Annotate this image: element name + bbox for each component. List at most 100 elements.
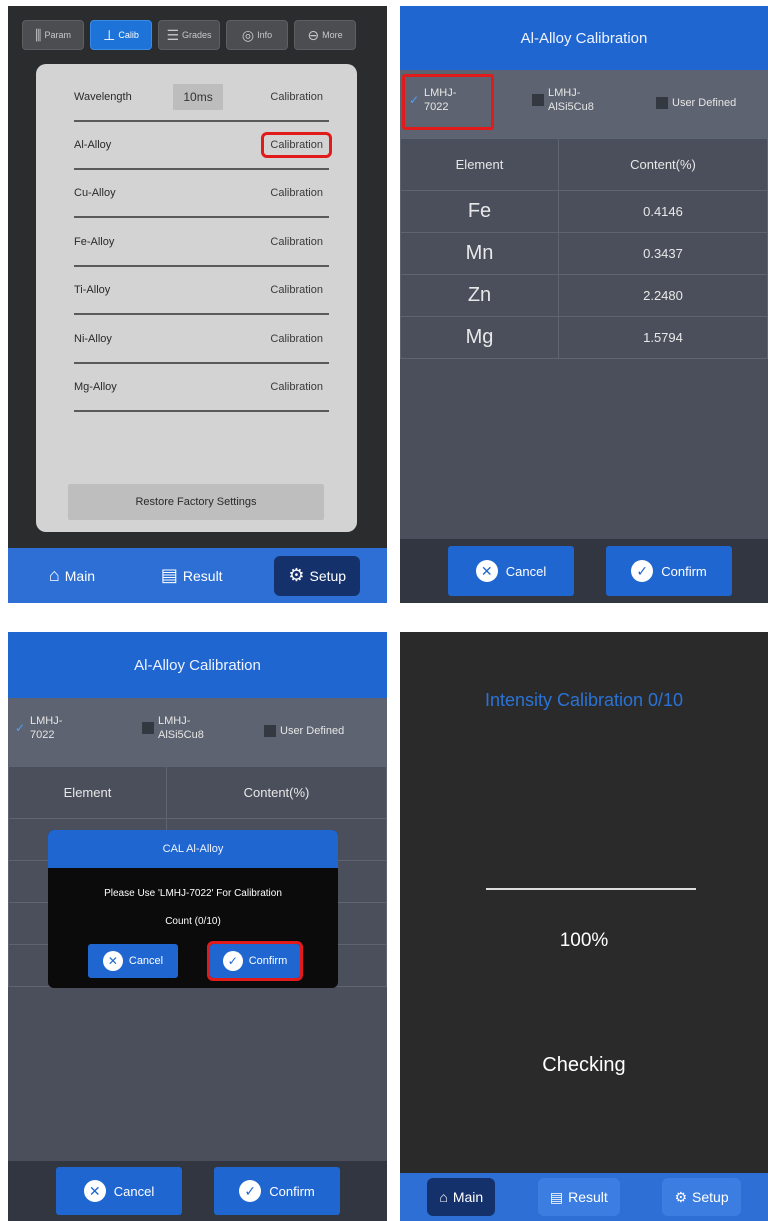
cancel-button[interactable]: ✕ Cancel — [56, 1167, 182, 1215]
gear-icon: ⚙ — [288, 565, 305, 585]
bottom-nav: ⌂ Main ▤ Result ⚙ Setup — [8, 548, 387, 603]
wavelength-row: Wavelength 10ms Calibration — [74, 74, 329, 122]
col-content: Content(%) — [558, 138, 768, 191]
col-element: Element — [8, 766, 167, 819]
nav-main-label: Main — [452, 1189, 484, 1205]
progress-percent: 100% — [559, 930, 609, 951]
cancel-label: Cancel — [113, 1183, 155, 1199]
nav-result-button[interactable]: ▤ Result — [537, 1178, 620, 1216]
top-tab-bar: ⫼ Param ⊥ Calib ☰ Grades ◎ Info ⊖ More — [8, 6, 387, 62]
ti-alloy-row: Ti-Alloy Calibration — [74, 267, 329, 315]
cu-alloy-row: Cu-Alloy Calibration — [74, 170, 329, 218]
page-title: Al-Alloy Calibration — [400, 6, 768, 70]
report-icon: ▤ — [549, 1188, 564, 1205]
cancel-button[interactable]: ✕ Cancel — [448, 546, 574, 596]
restore-factory-button[interactable]: Restore Factory Settings — [68, 484, 324, 520]
tab-grades-label: Grades — [182, 30, 212, 40]
confirm-button[interactable]: ✓ Confirm — [214, 1167, 340, 1215]
content-cell[interactable]: 0.4146 — [558, 190, 768, 233]
bottom-nav: ⌂ Main ▤ Result ⚙ Setup — [400, 1173, 768, 1221]
fe-alloy-row: Fe-Alloy Calibration — [74, 219, 329, 267]
setup-screen: ⫼ Param ⊥ Calib ☰ Grades ◎ Info ⊖ More W… — [8, 6, 387, 603]
ti-alloy-calibration-button[interactable]: Calibration — [264, 280, 329, 300]
ref-option-user-defined[interactable]: User Defined — [264, 724, 344, 738]
nav-main-button[interactable]: ⌂ Main — [427, 1178, 496, 1216]
mg-alloy-label: Mg-Alloy — [74, 381, 117, 393]
wavelength-calibration-button[interactable]: Calibration — [264, 87, 329, 107]
tab-more-label: More — [322, 30, 343, 40]
check-icon: ✓ — [222, 951, 243, 971]
action-bar: ✕ Cancel ✓ Confirm — [8, 1161, 387, 1221]
wavelength-label: Wavelength — [74, 91, 132, 103]
tab-more[interactable]: ⊖ More — [294, 20, 356, 50]
ref-option-lmhj-alsi5cu8[interactable]: LMHJ- AlSi5Cu8 — [142, 714, 204, 742]
calibration-icon: ⊥ — [103, 26, 116, 43]
ref-option-label: User Defined — [280, 725, 345, 737]
gear-icon: ⚙ — [674, 1188, 688, 1205]
tab-param[interactable]: ⫼ Param — [22, 20, 84, 50]
home-icon: ⌂ — [439, 1189, 448, 1205]
table-row: Mn 0.3437 — [400, 232, 768, 275]
checkbox-icon — [532, 94, 544, 106]
checkbox-icon — [264, 725, 276, 737]
dialog-confirm-label: Confirm — [248, 955, 288, 967]
col-content: Content(%) — [166, 766, 387, 819]
close-icon: ✕ — [102, 951, 123, 971]
close-icon: ✕ — [83, 1180, 106, 1202]
ref-option-user-defined[interactable]: User Defined — [656, 96, 736, 110]
tab-grades[interactable]: ☰ Grades — [158, 20, 220, 50]
table-row: Mg 1.5794 — [400, 316, 768, 359]
element-cell: Zn — [400, 274, 559, 317]
nav-setup-button[interactable]: ⚙ Setup — [274, 555, 361, 596]
check-icon: ✓ — [631, 560, 654, 582]
element-table: Element Content(%) Fe 0.4146 Mn 0.3437 Z… — [400, 138, 768, 359]
nav-result-label: Result — [182, 567, 223, 584]
table-header: Element Content(%) — [8, 766, 387, 819]
highlight-box — [402, 74, 494, 130]
calibration-dialog-screen: Al-Alloy Calibration ✓ LMHJ- 7022 LMHJ- Al… — [8, 632, 387, 1221]
report-icon: ▤ — [160, 565, 178, 585]
content-cell[interactable]: 1.5794 — [558, 316, 768, 359]
fe-alloy-calibration-button[interactable]: Calibration — [264, 232, 329, 252]
mg-alloy-calibration-button[interactable]: Calibration — [264, 377, 329, 397]
sliders-icon: ⫼ — [35, 26, 42, 43]
ref-option-lmhj-alsi5cu8[interactable]: LMHJ- AlSi5Cu8 — [532, 86, 594, 114]
element-cell: Fe — [400, 190, 559, 233]
checkbox-checked-icon: ✓ — [14, 721, 26, 735]
al-alloy-calibration-button[interactable]: Calibration — [261, 132, 332, 158]
cu-alloy-calibration-button[interactable]: Calibration — [264, 183, 329, 203]
nav-result-button[interactable]: ▤ Result — [147, 556, 237, 596]
nav-setup-button[interactable]: ⚙ Setup — [662, 1178, 741, 1216]
confirm-button[interactable]: ✓ Confirm — [606, 546, 732, 596]
dialog-confirm-button[interactable]: ✓ Confirm — [207, 941, 303, 981]
ref-option-label: LMHJ- 7022 — [30, 715, 63, 741]
reference-selector: ✓ LMHJ- 7022 LMHJ- AlSi5Cu8 User Defined — [8, 698, 387, 766]
nav-setup-label: Setup — [309, 567, 347, 584]
ni-alloy-row: Ni-Alloy Calibration — [74, 316, 329, 364]
content-cell[interactable]: 2.2480 — [558, 274, 768, 317]
dialog-title: CAL Al-Alloy — [48, 830, 338, 868]
cu-alloy-label: Cu-Alloy — [74, 187, 116, 199]
confirm-label: Confirm — [661, 563, 707, 579]
wavelength-value[interactable]: 10ms — [173, 84, 223, 110]
ref-option-lmhj-7022[interactable]: ✓ LMHJ- 7022 — [14, 714, 62, 742]
action-bar: ✕ Cancel ✓ Confirm — [400, 539, 768, 603]
tab-info[interactable]: ◎ Info — [226, 20, 288, 50]
tab-calib[interactable]: ⊥ Calib — [90, 20, 152, 50]
dialog-cancel-label: Cancel — [128, 955, 164, 967]
info-icon: ◎ — [241, 26, 255, 43]
checkbox-icon — [142, 722, 154, 734]
intensity-title: Intensity Calibration 0/10 — [484, 690, 684, 710]
check-icon: ✓ — [239, 1180, 262, 1202]
content-cell[interactable]: 0.3437 — [558, 232, 768, 275]
page-title: Al-Alloy Calibration — [8, 632, 387, 698]
dialog-cancel-button[interactable]: ✕ Cancel — [88, 944, 178, 978]
element-cell: Mn — [400, 232, 559, 275]
nav-main-button[interactable]: ⌂ Main — [35, 556, 109, 596]
ni-alloy-label: Ni-Alloy — [74, 333, 112, 345]
ti-alloy-label: Ti-Alloy — [74, 284, 111, 296]
dialog-count: Count (0/10) — [165, 916, 221, 927]
tab-info-label: Info — [257, 30, 273, 40]
mg-alloy-row: Mg-Alloy Calibration — [74, 364, 329, 412]
ni-alloy-calibration-button[interactable]: Calibration — [264, 329, 329, 349]
